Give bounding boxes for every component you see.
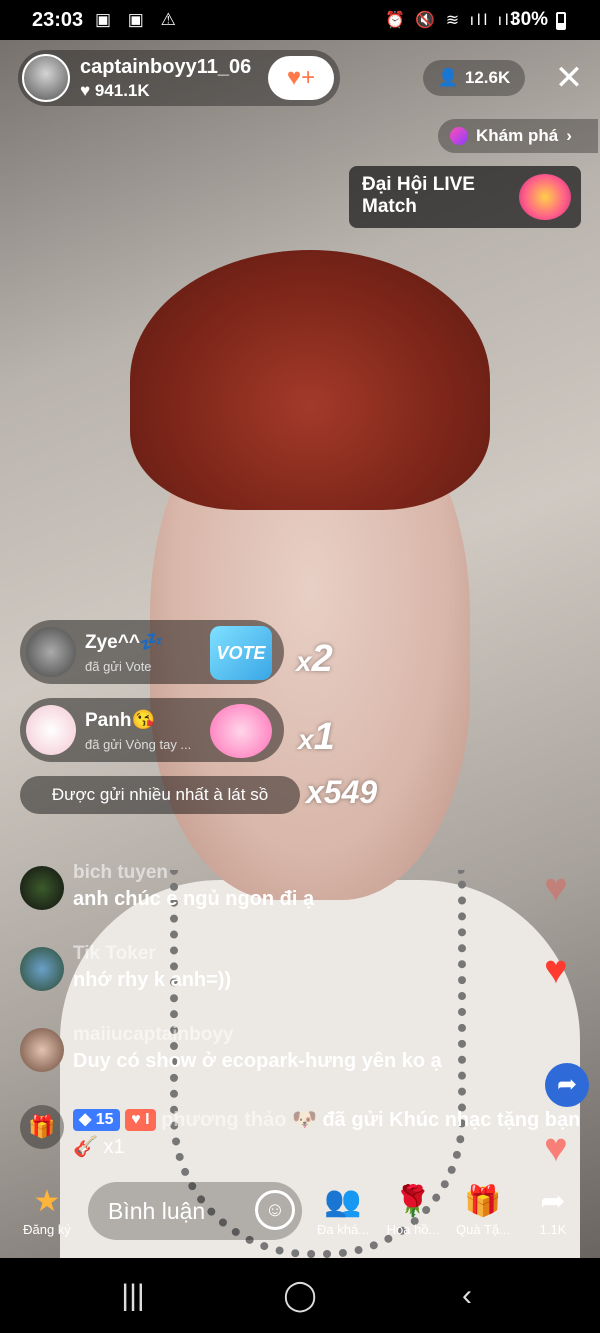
gift-sender: Zye^^💤 bbox=[85, 632, 164, 653]
avatar[interactable] bbox=[20, 947, 64, 991]
gift-sender: Panh😘 bbox=[85, 710, 156, 731]
comment-user[interactable]: maiiucaptainboyy bbox=[73, 1024, 234, 1046]
notification-icons: ▣ ▣ ⚠ bbox=[95, 10, 182, 29]
floating-heart-icon: ♥ bbox=[544, 866, 568, 910]
top-gift-label: Được gửi nhiều nhất à lát sồ bbox=[20, 776, 300, 814]
system-icons: ⏰ 🔇 ≋ ıll ıll bbox=[385, 12, 519, 29]
heart-icon: ♥ bbox=[80, 81, 95, 100]
back-icon[interactable]: ‹ bbox=[437, 1276, 497, 1316]
gift-comment-count: x1 bbox=[103, 1136, 125, 1158]
host-info[interactable]: captainboyy11_06 ♥ 941.1K ♥+ bbox=[18, 50, 340, 106]
system-nav-bar: ||| ◯ ‹ bbox=[0, 1258, 600, 1333]
host-avatar[interactable] bbox=[22, 54, 70, 102]
multi-guest-button[interactable]: 👥 Đa khá... bbox=[308, 1184, 378, 1237]
comment-user[interactable]: Tik Toker bbox=[73, 943, 156, 965]
battery-icon bbox=[556, 12, 566, 30]
gift-notification: Panh😘 đã gửi Vòng tay ... bbox=[20, 698, 284, 762]
gift-notification: Zye^^💤 đã gửi Vote VOTE bbox=[20, 620, 284, 684]
gift-box-icon: 🎁 bbox=[20, 1105, 64, 1149]
floating-heart-icon: ♥ bbox=[544, 1126, 568, 1170]
gifts-button[interactable]: 🎁 Quà Tặ... bbox=[448, 1184, 518, 1237]
top-gift-count: x549 bbox=[306, 774, 378, 810]
avatar[interactable] bbox=[26, 705, 76, 755]
gift-combo: x1 bbox=[298, 716, 335, 758]
live-match-banner[interactable]: Đại Hội LIVE Match bbox=[349, 166, 581, 228]
avatar[interactable] bbox=[20, 866, 64, 910]
bracelet-gift-icon bbox=[210, 704, 272, 758]
share-icon: ➦ bbox=[540, 1185, 566, 1218]
avatar[interactable] bbox=[26, 627, 76, 677]
explore-button[interactable]: Khám phá › bbox=[438, 119, 598, 153]
status-time: 23:03 bbox=[32, 9, 84, 31]
follow-button[interactable]: ♥+ bbox=[268, 56, 334, 100]
bottom-toolbar: ★ Đăng ký Bình luận ☺ 👥 Đa khá... 🌹 Hoa … bbox=[0, 1178, 600, 1258]
person-icon: 👤 bbox=[437, 68, 459, 87]
gift-combo: x2 bbox=[296, 638, 333, 680]
vote-gift-icon: VOTE bbox=[210, 626, 272, 680]
comment-text: anh chúc e ngủ ngon đi ạ bbox=[73, 888, 315, 910]
fan-badge: ♥ I bbox=[125, 1109, 156, 1131]
comment-text: Duy có show ở ecopark-hưng yên ko ạ bbox=[73, 1050, 442, 1072]
emoji-icon[interactable]: ☺ bbox=[255, 1190, 295, 1230]
level-badge: ◆ 15 bbox=[73, 1109, 120, 1131]
share-button[interactable]: ➦ 1.1K bbox=[518, 1184, 588, 1237]
star-icon: ★ bbox=[33, 1185, 61, 1218]
host-name: captainboyy11_06 bbox=[80, 56, 252, 78]
event-trophy-icon bbox=[519, 174, 571, 220]
gift-icon: 🎁 bbox=[464, 1185, 502, 1218]
home-icon[interactable]: ◯ bbox=[270, 1276, 330, 1316]
rose-gift-button[interactable]: 🌹 Hoa hồ... bbox=[378, 1184, 448, 1237]
close-button[interactable]: ✕ bbox=[550, 58, 588, 98]
comment-text: nhớ rhy k anh=)) bbox=[73, 969, 232, 991]
host-likes: ♥ 941.1K bbox=[80, 81, 150, 100]
people-icon: 👥 bbox=[324, 1185, 362, 1218]
avatar[interactable] bbox=[20, 1028, 64, 1072]
event-title: Đại Hội LIVE Match bbox=[362, 174, 475, 217]
viewer-count[interactable]: 👤 12.6K bbox=[423, 60, 525, 96]
gift-action: đã gửi Vòng tay ... bbox=[85, 737, 192, 752]
streamer-hair bbox=[130, 250, 490, 510]
recent-apps-icon[interactable]: ||| bbox=[103, 1276, 163, 1316]
gift-comment-user[interactable]: phương thảo 🐶 bbox=[161, 1109, 317, 1131]
floating-heart-icon: ♥ bbox=[544, 948, 568, 992]
follow-heart-plus-icon: ♥+ bbox=[286, 64, 316, 91]
chevron-right-icon: › bbox=[566, 126, 572, 145]
rose-icon: 🌹 bbox=[394, 1185, 432, 1218]
gift-action: đã gửi Vote bbox=[85, 659, 152, 674]
explore-icon bbox=[450, 127, 468, 145]
share-fab-button[interactable]: ➦ bbox=[545, 1063, 589, 1107]
subscribe-button[interactable]: ★ Đăng ký bbox=[12, 1184, 82, 1237]
battery-percent: 30% bbox=[510, 9, 549, 30]
comment-user[interactable]: bich tuyen bbox=[73, 862, 168, 884]
status-bar: 23:03 ▣ ▣ ⚠ ⏰ 🔇 ≋ ıll ıll 30% bbox=[0, 0, 600, 40]
